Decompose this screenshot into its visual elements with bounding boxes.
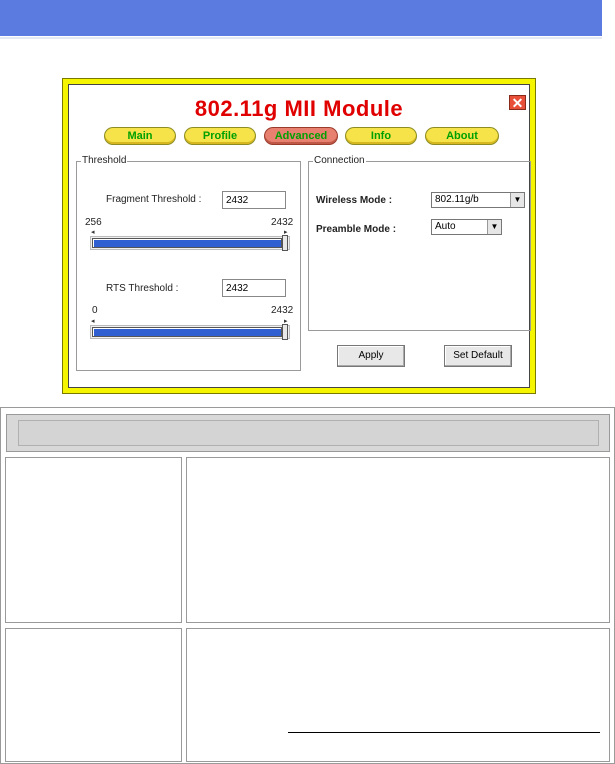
rts-slider-fill [92,327,282,337]
fragment-threshold-field[interactable] [222,191,286,209]
banner-divider [0,37,602,39]
tab-advanced-label: Advanced [274,130,328,142]
wireless-mode-value: 802.11g/b [435,194,479,205]
tab-info-label: Info [370,130,392,142]
fragment-slider[interactable] [90,236,290,250]
set-default-button[interactable]: Set Default [444,345,512,367]
rts-min-label: 0 [92,305,98,316]
fragment-slider-min-tick: ◂ [91,229,95,236]
table-row-1-label-cell [5,457,182,623]
rts-slider[interactable] [90,325,290,339]
rts-slider-min-tick: ◂ [91,318,95,325]
rts-threshold-label: RTS Threshold : [106,283,179,294]
table-header-band [18,420,599,446]
connection-group: Connection Wireless Mode : 802.11g/b ▼ P… [308,155,531,331]
preamble-mode-value: Auto [435,221,456,232]
preamble-mode-label: Preamble Mode : [316,224,397,235]
app-title: 802.11g MII Module [194,96,404,121]
tab-main-label: Main [127,130,153,142]
wireless-mode-select[interactable]: 802.11g/b ▼ [431,192,525,208]
table-rule-line [288,732,600,733]
rts-max-label: 2432 [271,305,294,316]
fragment-slider-thumb[interactable] [282,235,288,251]
tab-about[interactable]: About [425,127,499,145]
utility-window: 802.11g MII Module ✕ Main Profile Advanc… [62,78,536,394]
fragment-slider-fill [92,238,282,248]
fragment-min-label: 256 [85,217,102,228]
utility-window-body: 802.11g MII Module ✕ Main Profile Advanc… [68,84,531,388]
preamble-mode-select[interactable]: Auto ▼ [431,219,502,235]
chevron-down-icon[interactable]: ▼ [510,193,524,207]
threshold-group-label: Threshold [81,155,128,166]
close-icon[interactable]: ✕ [509,95,526,110]
tab-profile-label: Profile [202,130,238,142]
apply-button[interactable]: Apply [337,345,405,367]
fragment-max-label: 2432 [271,217,294,228]
table-row-2-label-cell [5,628,182,762]
table-row-2-desc-cell [186,628,610,762]
tab-profile[interactable]: Profile [184,127,256,145]
rts-slider-thumb[interactable] [282,324,288,340]
connection-group-label: Connection [313,155,366,166]
tab-advanced[interactable]: Advanced [264,127,338,145]
tab-main[interactable]: Main [104,127,176,145]
wireless-mode-label: Wireless Mode : [316,195,393,206]
table-row-1-desc-cell [186,457,610,623]
table-header-row [6,414,610,452]
tab-about-label: About [446,130,478,142]
chevron-down-icon[interactable]: ▼ [487,220,501,234]
page-banner [0,0,602,36]
rts-threshold-field[interactable] [222,279,286,297]
tab-info[interactable]: Info [345,127,417,145]
fragment-threshold-label: Fragment Threshold : [106,194,202,205]
threshold-group: Threshold Fragment Threshold : 256 2432 … [76,155,301,371]
